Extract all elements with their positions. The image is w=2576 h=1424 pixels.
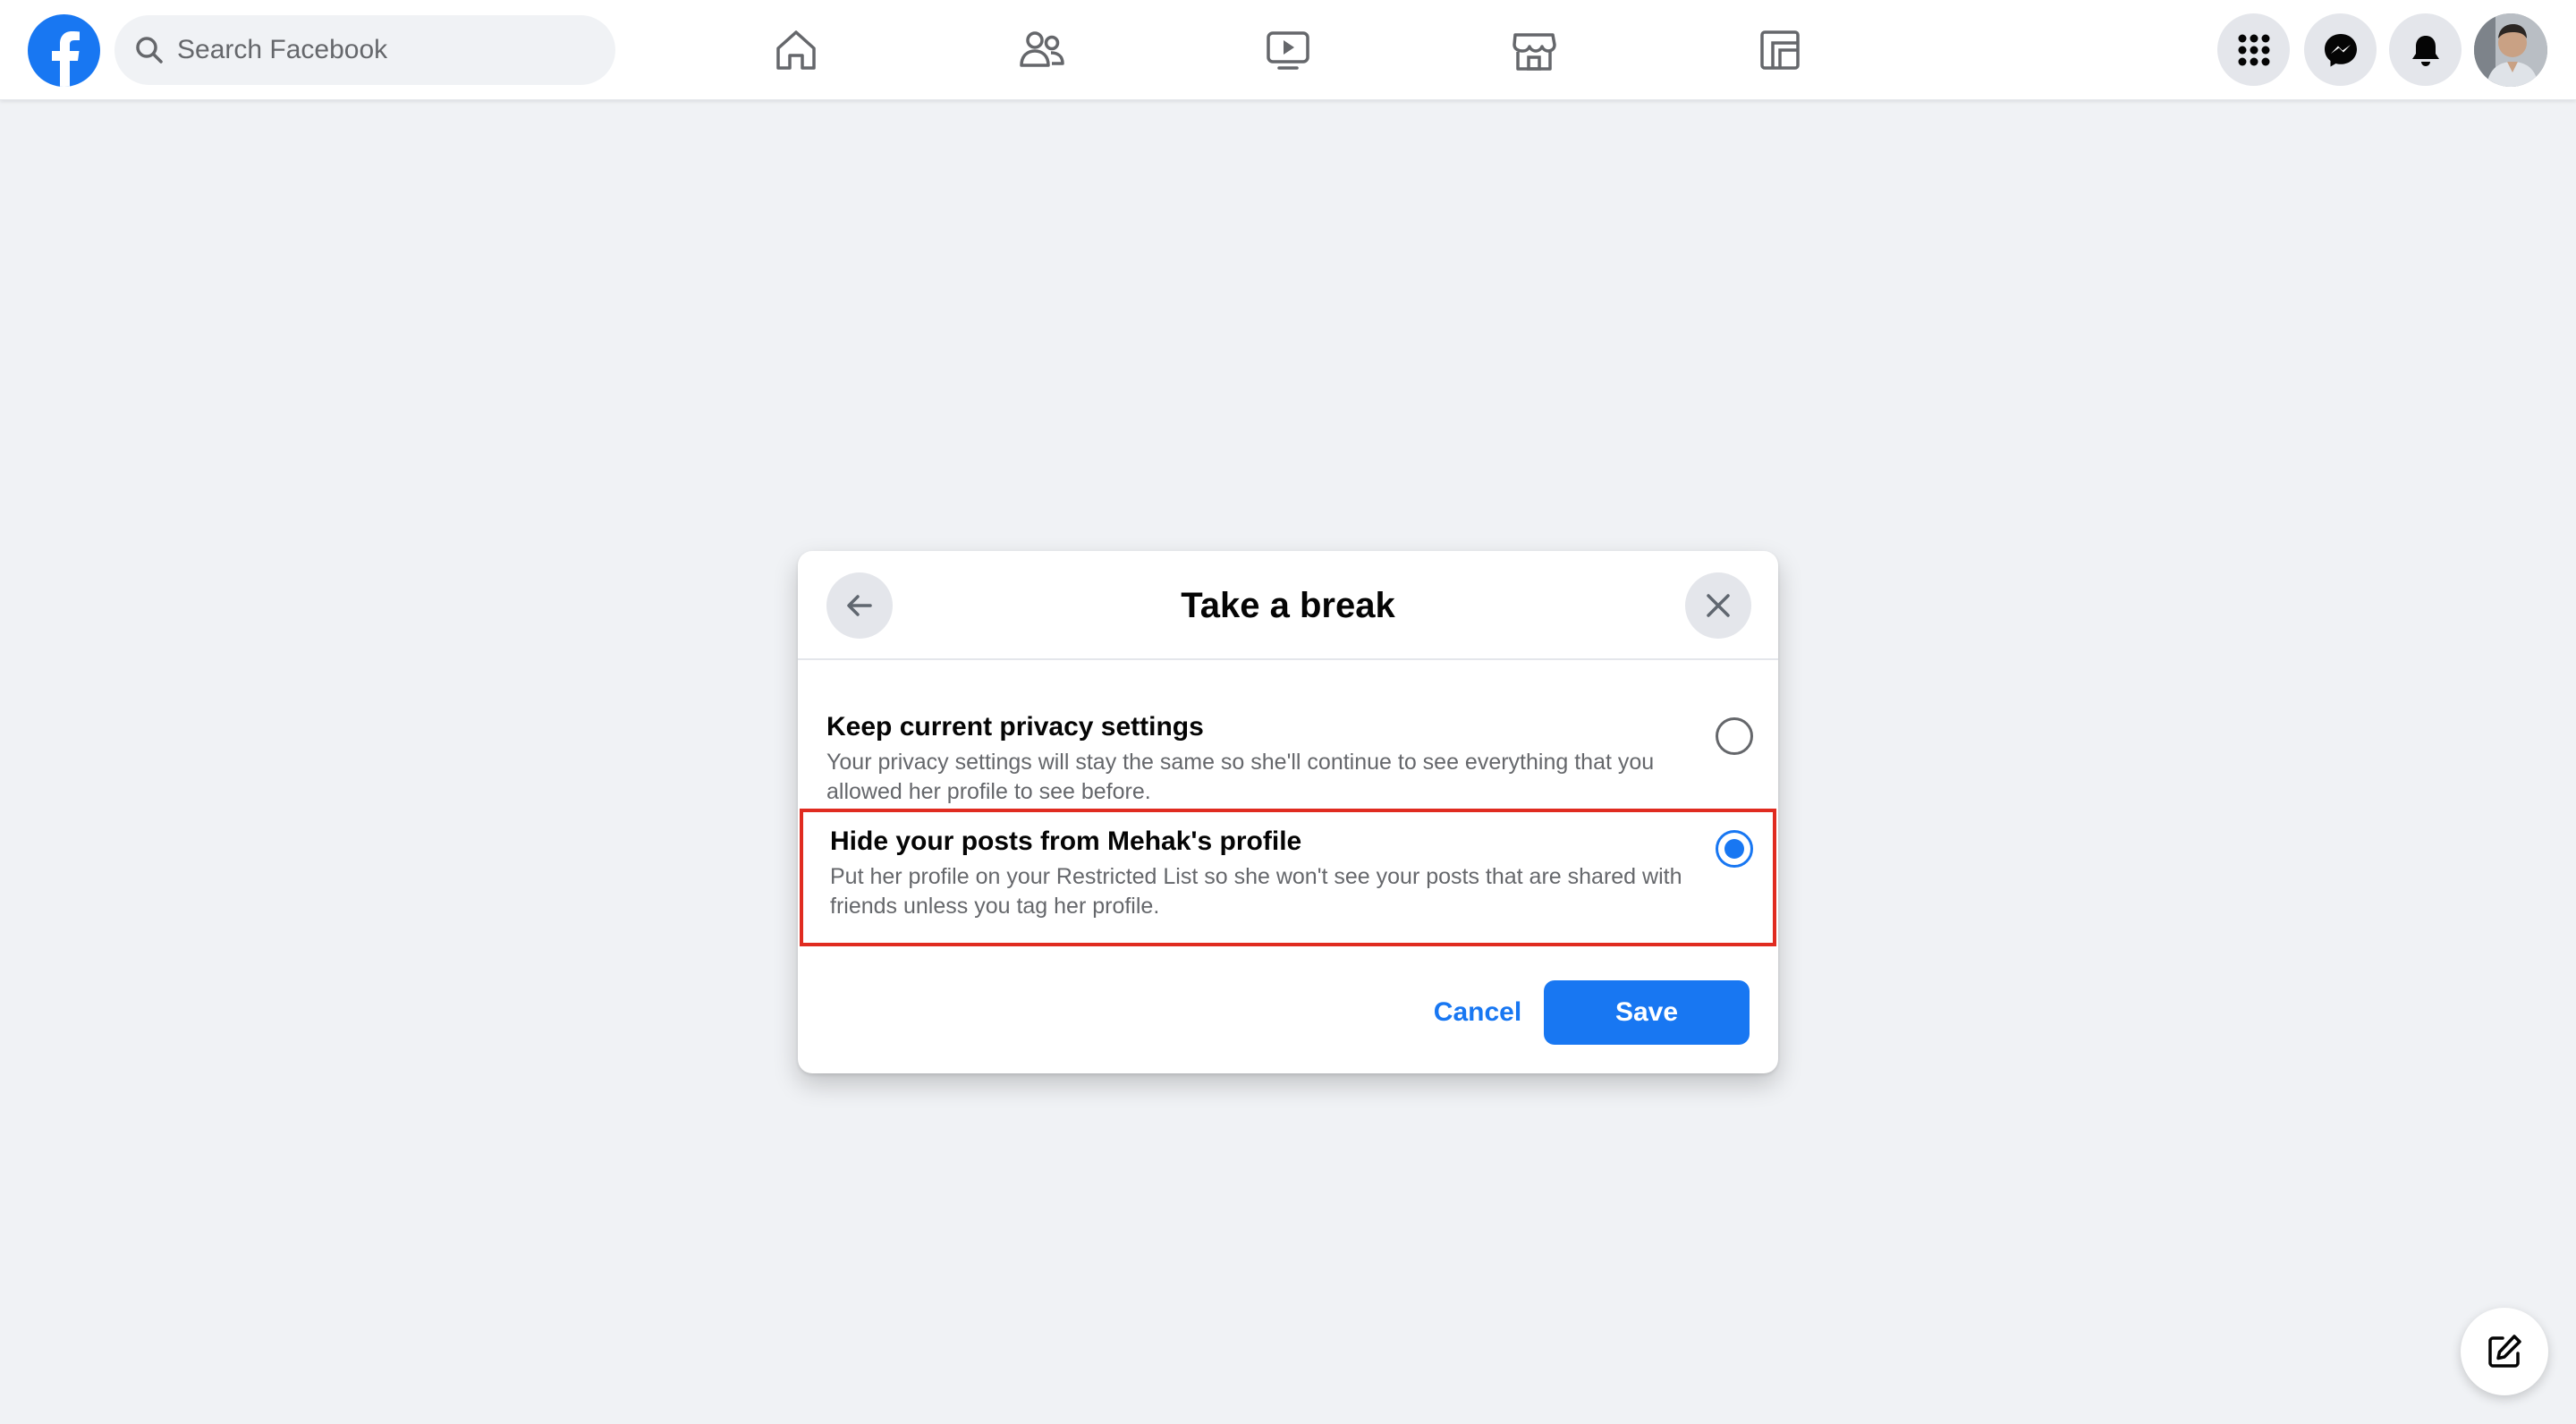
option-title: Hide your posts from Mehak's profile	[830, 826, 1302, 856]
tab-friends[interactable]	[957, 11, 1127, 89]
close-button[interactable]	[1685, 572, 1751, 639]
new-message-button[interactable]	[2461, 1308, 2548, 1395]
watch-icon	[1267, 31, 1309, 70]
messenger-button[interactable]	[2304, 13, 2377, 86]
close-icon	[1707, 594, 1730, 617]
dialog-title: Take a break	[1181, 586, 1395, 625]
notifications-button[interactable]	[2389, 13, 2462, 86]
back-button[interactable]	[826, 572, 893, 639]
option-title: Keep current privacy settings	[826, 712, 1204, 742]
take-a-break-dialog: Take a break Keep current privacy settin…	[798, 551, 1778, 1073]
top-navigation-bar	[0, 0, 2576, 100]
marketplace-icon	[1513, 33, 1556, 71]
search-input[interactable]	[177, 15, 597, 85]
search-box[interactable]	[114, 15, 615, 85]
tab-watch[interactable]	[1203, 11, 1373, 89]
option-keep-privacy-settings[interactable]: Keep current privacy settings Your priva…	[800, 696, 1776, 812]
tab-marketplace[interactable]	[1449, 11, 1619, 89]
save-button[interactable]: Save	[1544, 980, 1750, 1045]
search-icon	[136, 37, 163, 64]
dialog-header: Take a break	[798, 551, 1778, 660]
messenger-icon	[2324, 33, 2357, 66]
menu-button[interactable]	[2217, 13, 2290, 86]
gaming-icon	[1760, 30, 1800, 70]
facebook-f-icon	[52, 31, 80, 87]
profile-photo	[2474, 13, 2547, 87]
avatar[interactable]	[2474, 13, 2547, 87]
radio-unselected[interactable]	[1716, 717, 1753, 755]
cancel-button[interactable]: Cancel	[1399, 980, 1556, 1045]
radio-selected[interactable]	[1716, 830, 1753, 868]
compose-icon	[2488, 1335, 2521, 1368]
tab-gaming[interactable]	[1695, 11, 1865, 89]
option-description: Your privacy settings will stay the same…	[826, 750, 1655, 804]
option-hide-posts[interactable]: Hide your posts from Mehak's profile Put…	[800, 809, 1776, 946]
friends-icon	[1020, 31, 1064, 67]
facebook-logo[interactable]	[28, 14, 100, 87]
option-description: Put her profile on your Restricted List …	[830, 864, 1682, 919]
arrow-left-icon	[847, 595, 872, 616]
tab-home[interactable]	[711, 11, 881, 89]
home-icon	[776, 30, 816, 70]
notifications-bell-icon	[2411, 35, 2439, 66]
menu-grid-icon	[2238, 34, 2269, 65]
